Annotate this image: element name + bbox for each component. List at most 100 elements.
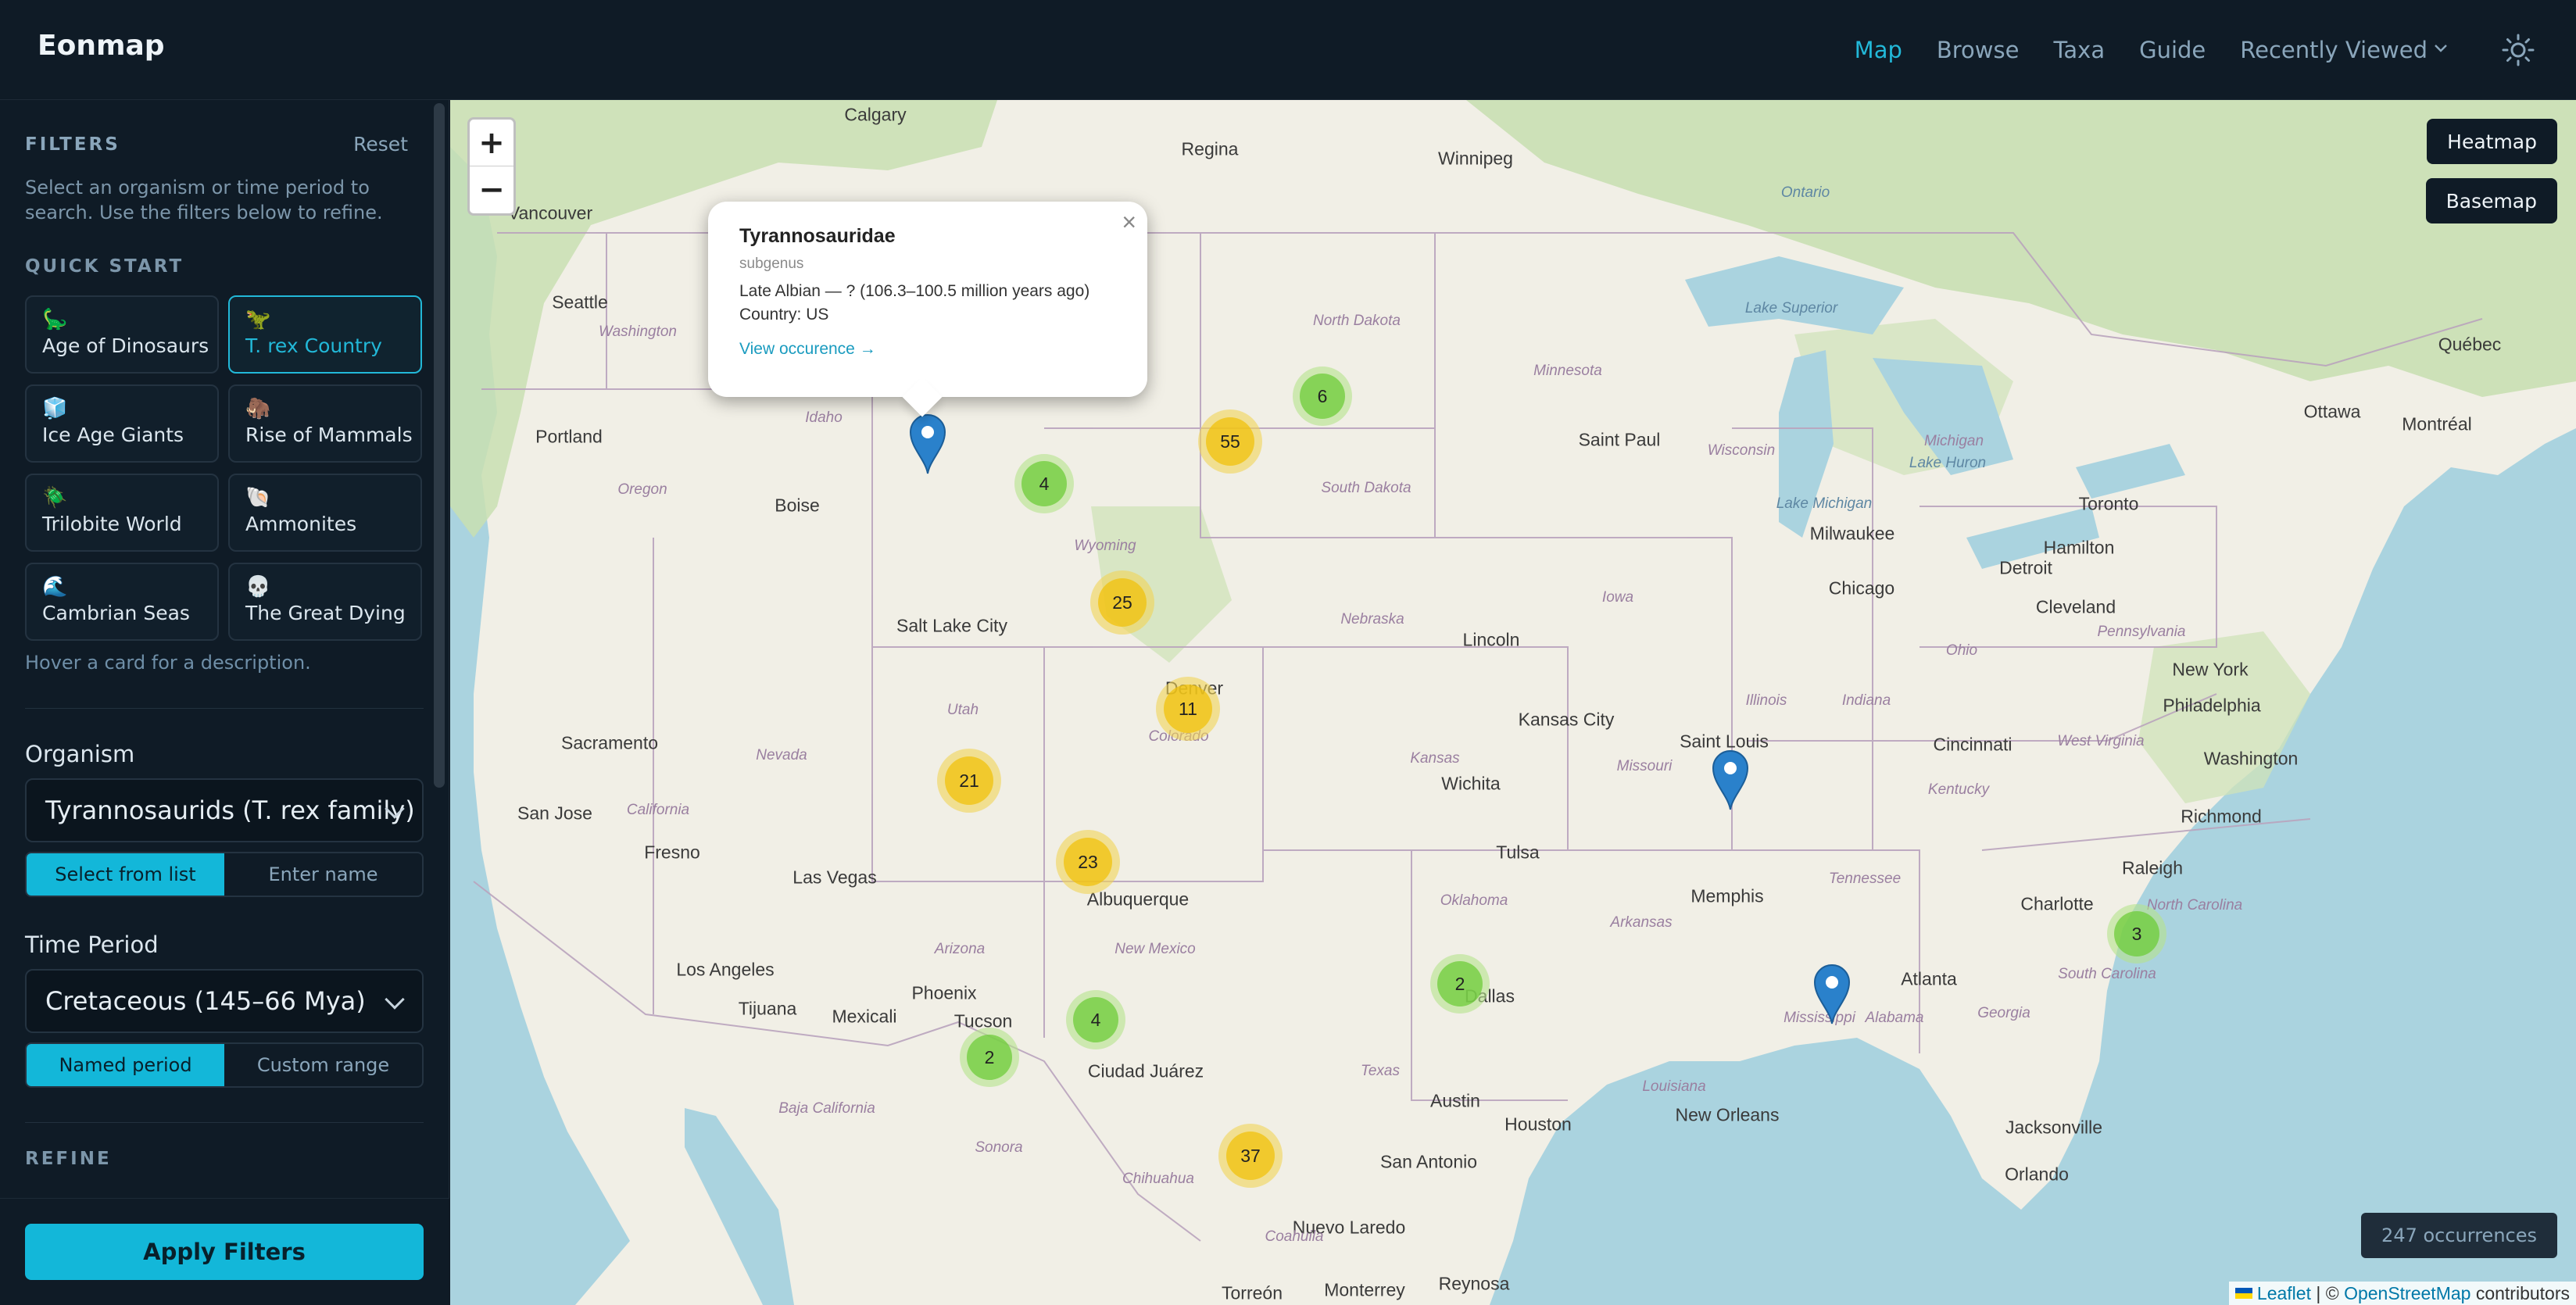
divider	[25, 1122, 424, 1123]
city-label: New York	[2172, 659, 2249, 680]
map-view[interactable]: Calgary Regina Winnipeg Vancouver Seattl…	[450, 100, 2576, 1305]
cluster-marker[interactable]: 23	[1056, 830, 1120, 894]
card-t-rex-country[interactable]: 🦖 T. rex Country	[228, 295, 422, 374]
nav-map[interactable]: Map	[1855, 37, 1902, 63]
state-label: North Carolina	[2146, 897, 2243, 914]
apply-filters-button[interactable]: Apply Filters	[25, 1224, 424, 1280]
basemap-button[interactable]: Basemap	[2425, 178, 2557, 223]
map-attribution: Leaflet | © OpenStreetMap contributors	[2228, 1282, 2576, 1305]
card-label: Ammonites	[245, 513, 357, 535]
cluster-marker[interactable]: 2	[1430, 954, 1490, 1014]
cluster-marker[interactable]: 25	[1090, 570, 1154, 635]
city-label: Fresno	[644, 842, 700, 863]
nav-browse[interactable]: Browse	[1937, 37, 2020, 63]
city-label: Ottawa	[2303, 401, 2361, 422]
card-age-of-dinosaurs[interactable]: 🦕 Age of Dinosaurs	[25, 295, 219, 374]
city-label: Charlotte	[2020, 893, 2094, 914]
region-label: Ontario	[1780, 184, 1830, 201]
organism-label: Organism	[25, 741, 135, 767]
map-pin-icon[interactable]	[908, 413, 947, 475]
state-label: Oklahoma	[1440, 892, 1508, 909]
city-label: Orlando	[2005, 1164, 2069, 1185]
time-period-select[interactable]: Cretaceous (145–66 Mya)	[25, 969, 424, 1033]
cluster-count: 4	[1021, 461, 1067, 506]
cluster-count: 2	[967, 1035, 1012, 1080]
enter-name-button[interactable]: Enter name	[224, 853, 422, 896]
cluster-count: 11	[1164, 685, 1212, 733]
city-label: Albuquerque	[1086, 888, 1190, 910]
state-label: Wyoming	[1074, 538, 1136, 554]
zoom-out-button[interactable]: −	[470, 166, 513, 213]
card-ice-age-giants[interactable]: 🧊 Ice Age Giants	[25, 384, 219, 463]
nav-recently-viewed[interactable]: Recently Viewed	[2240, 37, 2448, 63]
map-pin-icon[interactable]	[1812, 963, 1852, 1025]
state-label: Utah	[946, 702, 979, 718]
state-label: Arizona	[934, 941, 986, 957]
zoom-in-button[interactable]: +	[470, 120, 513, 166]
nav-taxa[interactable]: Taxa	[2053, 37, 2105, 63]
close-icon[interactable]: ×	[1122, 208, 1136, 237]
card-rise-of-mammals[interactable]: 🦣 Rise of Mammals	[228, 384, 422, 463]
cluster-marker[interactable]: 2	[960, 1028, 1019, 1087]
select-from-list-button[interactable]: Select from list	[27, 853, 224, 896]
top-header: Eonmap Map Browse Taxa Guide Recently Vi…	[0, 0, 2576, 100]
city-label: Philadelphia	[2163, 695, 2261, 716]
card-cambrian-seas[interactable]: 🌊 Cambrian Seas	[25, 563, 219, 641]
cluster-marker[interactable]: 6	[1293, 366, 1352, 426]
card-label: Rise of Mammals	[245, 424, 413, 446]
lake-label: Lake Huron	[1909, 455, 1987, 471]
organism-mode-toggle: Select from list Enter name	[25, 852, 424, 897]
map-pin-icon[interactable]	[1711, 749, 1750, 811]
state-label: Missouri	[1616, 758, 1673, 774]
state-label: Ohio	[1945, 642, 1978, 659]
cluster-marker[interactable]: 37	[1218, 1124, 1283, 1188]
cluster-count: 37	[1226, 1132, 1275, 1180]
nav-guide[interactable]: Guide	[2139, 37, 2206, 63]
named-period-button[interactable]: Named period	[27, 1044, 224, 1086]
city-label: Los Angeles	[676, 959, 775, 980]
city-label: Las Vegas	[792, 867, 877, 888]
time-period-value: Cretaceous (145–66 Mya)	[45, 986, 366, 1016]
reset-button[interactable]: Reset	[353, 133, 408, 156]
city-label: Salt Lake City	[896, 615, 1007, 636]
cluster-marker[interactable]: 55	[1198, 409, 1262, 474]
filter-sidebar: FILTERS Reset Select an organism or time…	[0, 100, 449, 1305]
leaflet-link[interactable]: Leaflet	[2257, 1283, 2311, 1304]
organism-select[interactable]: Tyrannosaurids (T. rex family)	[25, 778, 424, 842]
sun-icon[interactable]	[2501, 33, 2535, 67]
hover-hint: Hover a card for a description.	[25, 652, 311, 674]
attribution-suffix: contributors	[2470, 1282, 2570, 1303]
cluster-marker[interactable]: 3	[2107, 904, 2166, 964]
state-label: Washington	[599, 324, 677, 340]
city-label: Winnipeg	[1438, 148, 1513, 169]
card-ammonites[interactable]: 🐚 Ammonites	[228, 474, 422, 552]
cluster-marker[interactable]: 21	[937, 749, 1001, 813]
state-label: Baja California	[778, 1100, 875, 1117]
sidebar-scrollbar[interactable]	[434, 103, 445, 788]
card-trilobite-world[interactable]: 🪲 Trilobite World	[25, 474, 219, 552]
custom-range-button[interactable]: Custom range	[224, 1044, 422, 1086]
card-the-great-dying[interactable]: 💀 The Great Dying	[228, 563, 422, 641]
ukraine-flag-icon	[2234, 1288, 2252, 1299]
city-label: Saint Paul	[1578, 429, 1661, 450]
time-period-label: Time Period	[25, 931, 159, 958]
time-period-mode-toggle: Named period Custom range	[25, 1042, 424, 1088]
cluster-count: 21	[945, 756, 993, 805]
wave-icon: 🌊	[42, 575, 68, 599]
city-label: Boise	[775, 495, 820, 516]
heatmap-button[interactable]: Heatmap	[2427, 119, 2557, 164]
city-label: Toronto	[2078, 493, 2139, 514]
chevron-down-icon	[2434, 41, 2448, 57]
city-label: Québec	[2438, 334, 2502, 355]
osm-link[interactable]: OpenStreetMap	[2344, 1283, 2470, 1304]
city-label: Mexicali	[832, 1006, 897, 1027]
filters-description: Select an organism or time period to sea…	[25, 177, 383, 223]
cluster-marker[interactable]: 4	[1014, 454, 1074, 513]
cluster-marker[interactable]: 4	[1066, 990, 1125, 1049]
app-logo[interactable]: Eonmap	[38, 30, 165, 62]
state-label: Chihuahua	[1122, 1171, 1194, 1187]
view-occurrence-link[interactable]: View occurence →	[739, 340, 1116, 359]
cluster-marker[interactable]: 11	[1156, 677, 1220, 741]
attribution-separator: | ©	[2310, 1282, 2345, 1303]
popup-subtitle: subgenus	[739, 256, 804, 272]
